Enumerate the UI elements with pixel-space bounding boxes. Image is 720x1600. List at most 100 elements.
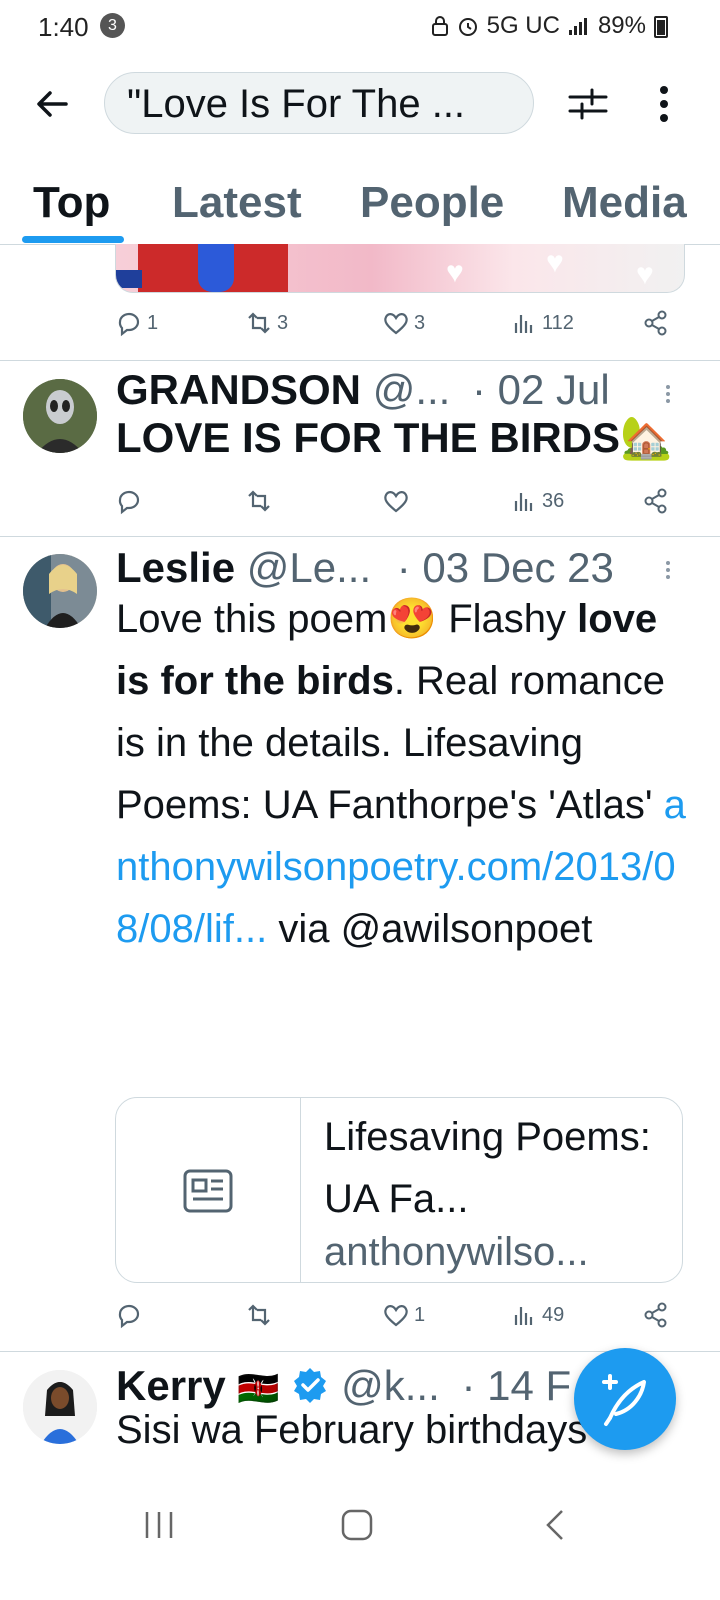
- tweet-text: Love this poem😍 Flashy love is for the b…: [116, 588, 686, 960]
- tab-media[interactable]: Media: [562, 178, 687, 228]
- share-icon: [644, 488, 667, 514]
- tweet-header: GRANDSON @... · 02 Jul: [116, 366, 610, 414]
- avatar[interactable]: [23, 1370, 97, 1444]
- divider: [0, 360, 720, 361]
- like-button[interactable]: 3: [382, 309, 425, 337]
- user-handle[interactable]: @Le...: [247, 544, 371, 591]
- views-button[interactable]: 49: [510, 1301, 564, 1329]
- display-name[interactable]: GRANDSON: [116, 366, 361, 413]
- reply-button[interactable]: 1: [115, 309, 158, 337]
- status-bar: 1:40 3 5G UC 89%: [0, 0, 720, 52]
- repost-button[interactable]: [245, 1301, 273, 1329]
- compose-feather-icon: [602, 1374, 646, 1426]
- uk-flag-icon: [116, 270, 142, 288]
- views-button[interactable]: 36: [510, 487, 564, 515]
- share-icon: [644, 310, 667, 336]
- heart-icon: [384, 491, 408, 513]
- views-icon: [514, 315, 533, 333]
- reply-icon: [118, 1304, 140, 1329]
- post-actions: 1 49: [115, 1301, 675, 1341]
- heart-decoration-icon: ♥: [446, 256, 464, 289]
- share-button[interactable]: [642, 487, 670, 515]
- alarm-icon: [458, 18, 477, 36]
- views-icon: [514, 493, 533, 511]
- heart-decoration-icon: ♥: [546, 246, 564, 279]
- tab-top[interactable]: Top: [33, 178, 110, 228]
- post-media-image[interactable]: ♥ ♥ ♥: [115, 244, 685, 293]
- tab-latest[interactable]: Latest: [172, 178, 302, 228]
- share-icon: [644, 1302, 667, 1328]
- view-count: 112: [542, 311, 574, 334]
- battery-icon: [654, 16, 668, 38]
- share-button[interactable]: [642, 309, 670, 337]
- home-icon[interactable]: [340, 1508, 374, 1542]
- back-arrow-icon[interactable]: [30, 82, 74, 126]
- tweet-date: · 02 Jul: [472, 366, 610, 413]
- reply-button[interactable]: [115, 1301, 143, 1329]
- views-button[interactable]: 112: [510, 309, 574, 337]
- notification-count-badge: 3: [100, 13, 125, 38]
- tweet-text-part: Love this poem😍 Flashy: [116, 597, 578, 641]
- link-card-thumbnail: [116, 1098, 301, 1282]
- search-input[interactable]: "Love Is For The ...: [104, 72, 534, 134]
- status-time: 1:40: [38, 12, 89, 42]
- active-tab-indicator: [22, 236, 124, 243]
- tweet-date: · 14 F: [461, 1362, 572, 1409]
- like-button[interactable]: 1: [382, 1301, 425, 1329]
- network-type: 5G UC: [486, 12, 560, 39]
- post-actions: 1 3 3 112: [115, 309, 675, 349]
- repost-count: 3: [277, 311, 289, 334]
- like-count: 3: [414, 311, 426, 334]
- search-filter-icon[interactable]: [566, 82, 610, 126]
- compose-post-button[interactable]: [574, 1348, 676, 1450]
- tweet-text-part: via @awilsonpoet: [267, 907, 593, 951]
- repost-button[interactable]: [245, 487, 273, 515]
- divider: [0, 536, 720, 537]
- signal-icon: [568, 18, 587, 35]
- repost-icon: [248, 312, 270, 334]
- nav-back-icon[interactable]: [540, 1508, 570, 1542]
- like-count: 1: [414, 1303, 426, 1326]
- link-card-domain: anthonywilso...: [324, 1230, 589, 1274]
- reply-count: 1: [147, 311, 159, 334]
- avatar[interactable]: [23, 554, 97, 628]
- tweet-header: Kerry 🇰🇪 @k... · 14 F: [116, 1362, 571, 1410]
- tweet-more-icon[interactable]: [664, 558, 672, 584]
- battery-percent: 89%: [597, 12, 646, 39]
- reply-icon: [118, 312, 140, 337]
- like-button[interactable]: [382, 487, 410, 515]
- display-name[interactable]: Leslie: [116, 544, 235, 591]
- media-figure-dress: [198, 244, 234, 292]
- display-name[interactable]: Kerry: [116, 1362, 226, 1409]
- more-options-icon[interactable]: [644, 82, 684, 126]
- heart-icon: [384, 1305, 408, 1327]
- tweet-date: · 03 Dec 23: [396, 544, 614, 591]
- user-handle[interactable]: @...: [373, 366, 451, 413]
- user-handle[interactable]: @k...: [341, 1362, 440, 1409]
- tweet-text: LOVE IS FOR THE BIRDS🏡: [116, 414, 673, 461]
- view-count: 36: [542, 489, 565, 512]
- heart-decoration-icon: ♥: [636, 258, 654, 291]
- tweet-text: Sisi wa February birthdays: [116, 1408, 588, 1452]
- search-query: "Love Is For The ...: [127, 82, 466, 126]
- views-icon: [514, 1307, 533, 1325]
- share-button[interactable]: [642, 1301, 670, 1329]
- reply-button[interactable]: [115, 487, 143, 515]
- avatar[interactable]: [23, 379, 97, 453]
- view-count: 49: [542, 1303, 565, 1326]
- tweet-header: Leslie @Le... · 03 Dec 23: [116, 544, 614, 592]
- system-nav-bar: [0, 1480, 720, 1600]
- repost-icon: [248, 490, 270, 512]
- reply-icon: [118, 490, 140, 515]
- tweet-more-icon[interactable]: [664, 382, 672, 408]
- repost-icon: [248, 1304, 270, 1326]
- recent-apps-icon[interactable]: [142, 1508, 176, 1542]
- verified-badge-icon: [294, 1368, 327, 1403]
- kenya-flag-icon: 🇰🇪: [237, 1370, 280, 1408]
- heart-icon: [384, 313, 408, 335]
- tab-people[interactable]: People: [360, 178, 504, 228]
- lock-icon: [431, 16, 448, 36]
- link-preview-card[interactable]: Lifesaving Poems: UA Fa... anthonywilso.…: [115, 1097, 683, 1283]
- repost-button[interactable]: 3: [245, 309, 288, 337]
- article-icon: [183, 1169, 233, 1213]
